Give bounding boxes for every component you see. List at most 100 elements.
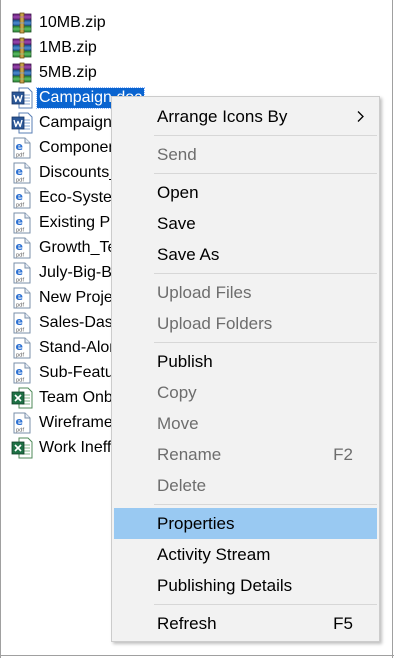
file-name: Componen [39,138,118,156]
menu-item-label: Open [157,183,199,202]
menu-item-publish[interactable]: Publish [114,346,377,377]
menu-item-upload-files: Upload Files [114,277,377,308]
file-name: 10MB.zip [39,13,106,31]
file-name: Stand-Alon [39,338,119,356]
menu-separator [154,604,377,605]
menu-item-copy: Copy [114,377,377,408]
svg-text:pdf: pdf [16,427,24,433]
svg-text:pdf: pdf [16,352,24,358]
svg-text:pdf: pdf [16,327,24,333]
ie-pdf-icon: e pdf [11,362,33,384]
menu-item-open[interactable]: Open [114,177,377,208]
svg-text:e: e [16,290,23,303]
menu-separator [154,173,377,174]
ie-pdf-icon: e pdf [11,287,33,309]
ie-pdf-icon: e pdf [11,137,33,159]
file-name: Work Ineff [39,438,112,456]
svg-text:e: e [16,315,23,328]
menu-item-arrange-icons-by[interactable]: Arrange Icons By [114,101,377,132]
file-name: July-Big-Bu [39,263,121,281]
menu-item-label: Save As [157,245,220,264]
winrar-archive-icon [11,37,33,59]
ie-pdf-icon: e pdf [11,312,33,334]
file-name: Sub-Featu [39,363,114,381]
file-name: Sales-Das [39,313,113,331]
menu-item-delete: Delete [114,470,377,501]
menu-separator [154,135,377,136]
menu-item-refresh[interactable]: Refresh F5 [114,608,377,639]
menu-separator [154,342,377,343]
menu-item-move: Move [114,408,377,439]
menu-item-label: Arrange Icons By [157,107,288,126]
menu-item-activity-stream[interactable]: Activity Stream [114,539,377,570]
window-right-border [392,0,393,658]
menu-item-save[interactable]: Save [114,208,377,239]
menu-item-label: Send [157,145,197,164]
file-list-item[interactable]: 5MB.zip [0,60,392,85]
ie-pdf-icon: e pdf [11,337,33,359]
svg-text:e: e [16,140,23,153]
word-document-icon [11,87,33,109]
svg-text:pdf: pdf [16,302,24,308]
file-name: New Projec [39,288,121,306]
menu-item-label: Delete [157,476,207,495]
ie-pdf-icon: e pdf [11,262,33,284]
svg-text:e: e [16,215,23,228]
file-list-item[interactable]: 10MB.zip [0,10,392,35]
ie-pdf-icon: e pdf [11,237,33,259]
ie-pdf-icon: e pdf [11,412,33,434]
menu-item-send: Send [114,139,377,170]
svg-text:e: e [16,415,23,428]
chevron-right-icon [357,111,364,122]
file-name: Wireframe [39,413,113,431]
menu-item-label: Upload Folders [157,314,273,333]
menu-item-properties[interactable]: Properties [114,508,377,539]
ie-pdf-icon: e pdf [11,162,33,184]
menu-item-label: Properties [157,514,235,533]
menu-item-label: Publish [157,352,213,371]
menu-item-label: Move [157,414,199,433]
menu-item-label: Rename [157,445,222,464]
svg-text:e: e [16,265,23,278]
file-name: Discounts_ [39,163,119,181]
file-name: Team Onb [39,388,113,406]
menu-item-rename: Rename F2 [114,439,377,470]
svg-text:e: e [16,365,23,378]
menu-item-label: Copy [157,383,197,402]
context-menu: Arrange Icons By Send Open Save Save As … [111,96,380,642]
winrar-archive-icon [11,62,33,84]
menu-item-label: Save [157,214,196,233]
svg-text:e: e [16,165,23,178]
excel-document-icon [11,437,33,459]
file-name: Eco-Syste [39,188,112,206]
word-document-icon [11,112,33,134]
window-bottom-border [0,655,394,656]
svg-text:pdf: pdf [16,177,24,183]
menu-item-label: Refresh [157,614,217,633]
menu-separator [154,273,377,274]
menu-item-shortcut: F5 [333,614,353,633]
menu-item-label: Upload Files [157,283,252,302]
svg-text:pdf: pdf [16,152,24,158]
menu-item-label: Activity Stream [157,545,271,564]
file-list-item[interactable]: 1MB.zip [0,35,392,60]
menu-item-publishing-details[interactable]: Publishing Details [114,570,377,601]
menu-item-label: Publishing Details [157,576,293,595]
menu-item-upload-folders: Upload Folders [114,308,377,339]
svg-text:pdf: pdf [16,377,24,383]
svg-text:pdf: pdf [16,227,24,233]
menu-item-save-as[interactable]: Save As [114,239,377,270]
svg-text:pdf: pdf [16,277,24,283]
file-name: Campaigns [39,113,120,131]
winrar-archive-icon [11,12,33,34]
svg-text:e: e [16,340,23,353]
svg-text:pdf: pdf [16,202,24,208]
file-name: 5MB.zip [39,63,97,81]
file-name: Growth_Te [39,238,117,256]
svg-text:e: e [16,190,23,203]
svg-text:e: e [16,240,23,253]
file-name: 1MB.zip [39,38,97,56]
excel-document-icon [11,387,33,409]
menu-item-shortcut: F2 [333,445,353,464]
menu-separator [154,504,377,505]
